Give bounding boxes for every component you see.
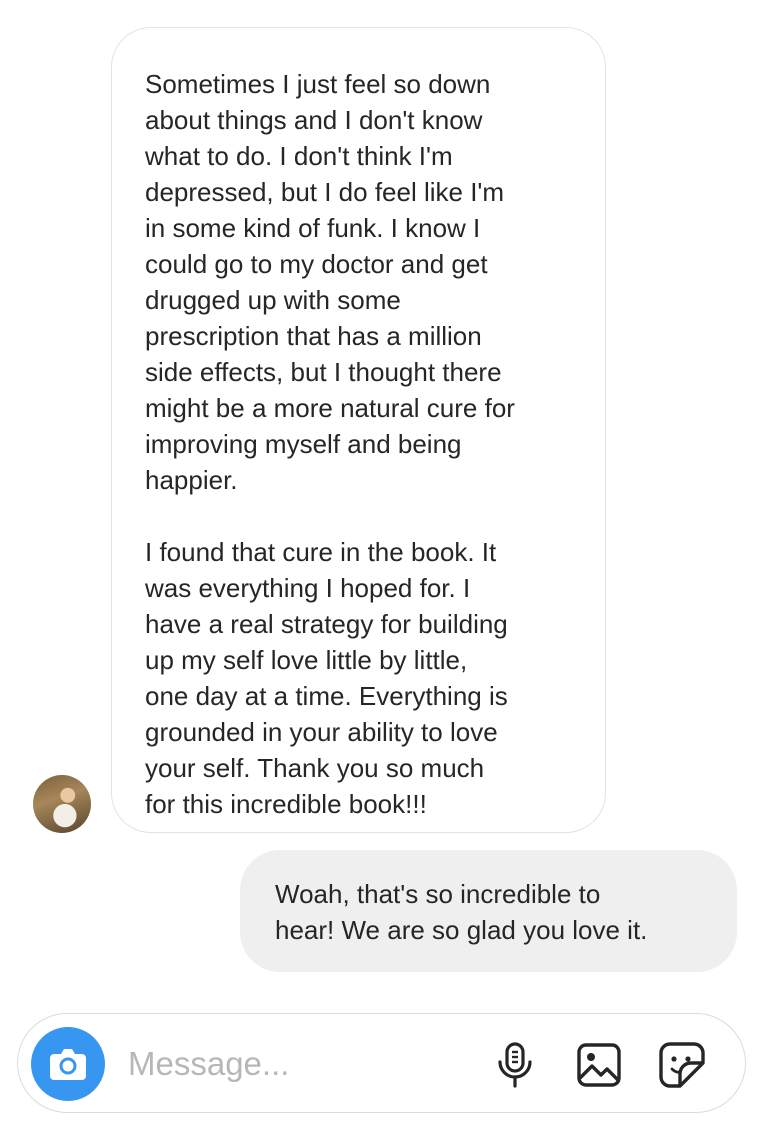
incoming-message-paragraph: Sometimes I just feel so down about thin… [145, 69, 515, 495]
sticker-button[interactable] [656, 1039, 708, 1091]
message-composer [17, 1013, 746, 1113]
outgoing-message-bubble[interactable]: Woah, that's so incredible to hear! We a… [240, 850, 737, 972]
gallery-icon [577, 1043, 621, 1087]
incoming-message-paragraph: I found that cure in the book. It was ev… [145, 537, 508, 819]
sticker-icon [659, 1042, 705, 1088]
camera-button[interactable] [31, 1027, 105, 1101]
message-input[interactable] [128, 1042, 468, 1086]
gallery-button[interactable] [573, 1039, 625, 1091]
microphone-button[interactable] [489, 1039, 541, 1091]
message-thread: Sometimes I just feel so down about thin… [0, 0, 766, 1000]
avatar[interactable] [33, 775, 91, 833]
camera-icon [50, 1049, 86, 1080]
incoming-message-bubble[interactable]: Sometimes I just feel so down about thin… [111, 27, 606, 833]
microphone-icon [498, 1042, 532, 1088]
outgoing-message-text: Woah, that's so incredible to hear! We a… [275, 879, 648, 945]
